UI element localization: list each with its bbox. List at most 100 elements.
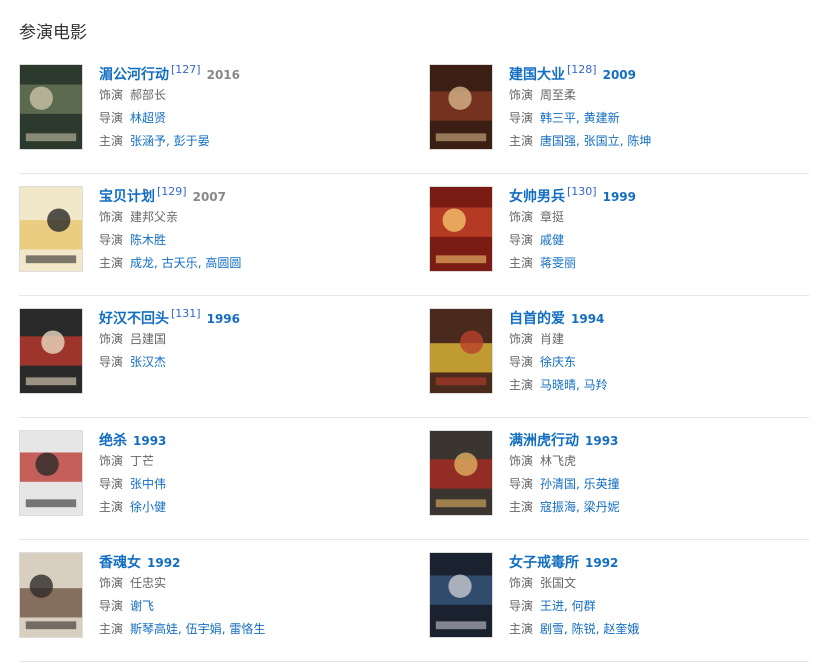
director-link[interactable]: 乐英撞: [584, 477, 620, 491]
movie-title-link[interactable]: 香魂女: [99, 555, 141, 571]
reference-link[interactable]: [129]: [157, 185, 187, 198]
director-link[interactable]: 韩三平: [540, 111, 576, 125]
movie-poster[interactable]: [429, 552, 493, 638]
actor-link[interactable]: 张国立: [584, 134, 620, 148]
movie-title-link[interactable]: 满洲虎行动: [509, 433, 579, 449]
role-name: 林飞虎: [540, 454, 577, 468]
movie-poster[interactable]: [19, 552, 83, 638]
movie-year[interactable]: 1993: [133, 434, 166, 448]
movie-info: 湄公河行动 [127] 2016 饰演 郝部长 导演 林超贤 主演 张涵予, 彭于晏: [99, 64, 419, 153]
actor-link[interactable]: 陈锐: [572, 622, 596, 636]
movie-info: 宝贝计划 [129] 2007 饰演 建邦父亲 导演 陈木胜 主演 成龙, 古天乐, 高圆圆: [99, 186, 419, 275]
director-link[interactable]: 张汉杰: [130, 355, 166, 369]
role-label: 饰演: [509, 88, 534, 102]
cast-line: 主演 马晓晴, 马羚: [509, 374, 809, 397]
movie-poster[interactable]: [19, 308, 83, 394]
role-name: 郝部长: [130, 88, 167, 102]
separator: ,: [154, 256, 162, 270]
role-label: 饰演: [99, 576, 124, 590]
movie-poster[interactable]: [19, 186, 83, 272]
movie-year[interactable]: 1992: [147, 556, 180, 570]
actor-link[interactable]: 马羚: [584, 378, 608, 392]
actor-link[interactable]: 赵奎娥: [603, 622, 639, 636]
director-line: 导演 戚健: [509, 229, 809, 252]
movie-year[interactable]: 1992: [585, 556, 618, 570]
movie-title-link[interactable]: 女子戒毒所: [509, 555, 579, 571]
movie-title-link[interactable]: 女帅男兵: [509, 189, 565, 205]
role-label: 饰演: [99, 454, 124, 468]
movie-year[interactable]: 2009: [603, 68, 636, 82]
movie-year[interactable]: 1994: [571, 312, 604, 326]
role-name: 周至柔: [540, 88, 577, 102]
movie-title-link[interactable]: 宝贝计划: [99, 189, 155, 205]
actor-link[interactable]: 陈坤: [627, 134, 651, 148]
director-label: 导演: [99, 477, 124, 491]
actor-link[interactable]: 伍宇娟: [186, 622, 222, 636]
actor-link[interactable]: 高圆圆: [205, 256, 241, 270]
movie-title-link[interactable]: 绝杀: [99, 433, 127, 449]
movie-year[interactable]: 1993: [585, 434, 618, 448]
director-link[interactable]: 王进: [540, 599, 564, 613]
actor-link[interactable]: 雷恪生: [229, 622, 265, 636]
role-name: 章挺: [540, 210, 565, 224]
role-name: 肖建: [540, 332, 565, 346]
director-label: 导演: [99, 355, 124, 369]
movie-card: 湄公河行动 [127] 2016 饰演 郝部长 导演 林超贤 主演 张涵予, 彭于晏: [19, 64, 419, 154]
actor-link[interactable]: 徐小健: [130, 500, 166, 514]
actor-link[interactable]: 斯琴高娃: [130, 622, 178, 636]
director-link[interactable]: 黄建新: [584, 111, 620, 125]
movie-title-line: 好汉不回头 [131] 1996: [99, 308, 419, 328]
role-line: 饰演 郝部长: [99, 84, 419, 107]
cast-line: 主演 成龙, 古天乐, 高圆圆: [99, 252, 419, 275]
actor-link[interactable]: 马晓晴: [540, 378, 576, 392]
actor-link[interactable]: 彭于晏: [174, 134, 210, 148]
separator: ,: [166, 134, 174, 148]
role-label: 饰演: [509, 210, 534, 224]
reference-link[interactable]: [131]: [171, 307, 201, 320]
actor-link[interactable]: 寇振海: [540, 500, 576, 514]
movie-poster[interactable]: [19, 430, 83, 516]
actor-link[interactable]: 剧雪: [540, 622, 564, 636]
actor-link[interactable]: 张涵予: [130, 134, 166, 148]
movie-poster[interactable]: [429, 430, 493, 516]
actor-link[interactable]: 蒋雯丽: [540, 256, 576, 270]
role-label: 饰演: [99, 332, 124, 346]
role-line: 饰演 任忠实: [99, 572, 419, 595]
director-label: 导演: [509, 355, 534, 369]
section-title: 参演电影: [19, 23, 87, 43]
movie-title-link[interactable]: 建国大业: [509, 67, 565, 83]
role-label: 饰演: [509, 454, 534, 468]
movie-title-link[interactable]: 好汉不回头: [99, 311, 169, 327]
director-link[interactable]: 张中伟: [130, 477, 166, 491]
movie-year[interactable]: 1996: [207, 312, 240, 326]
director-link[interactable]: 林超贤: [130, 111, 166, 125]
director-link[interactable]: 陈木胜: [130, 233, 166, 247]
director-link[interactable]: 徐庆东: [540, 355, 576, 369]
movie-info: 女帅男兵 [130] 1999 饰演 章挺 导演 戚健 主演 蒋雯丽: [509, 186, 809, 275]
actor-link[interactable]: 古天乐: [162, 256, 198, 270]
actor-link[interactable]: 唐国强: [540, 134, 576, 148]
director-link[interactable]: 谢飞: [130, 599, 154, 613]
director-line: 导演 韩三平, 黄建新: [509, 107, 809, 130]
separator: ,: [178, 622, 186, 636]
movie-poster[interactable]: [429, 308, 493, 394]
movie-title-link[interactable]: 自首的爱: [509, 311, 565, 327]
separator: ,: [576, 477, 584, 491]
movie-poster[interactable]: [429, 186, 493, 272]
movie-title-link[interactable]: 湄公河行动: [99, 67, 169, 83]
movie-poster[interactable]: [19, 64, 83, 150]
reference-link[interactable]: [130]: [567, 185, 597, 198]
actor-link[interactable]: 成龙: [130, 256, 154, 270]
director-link[interactable]: 孙清国: [540, 477, 576, 491]
actor-link[interactable]: 梁丹妮: [584, 500, 620, 514]
director-link[interactable]: 戚健: [540, 233, 564, 247]
reference-link[interactable]: [127]: [171, 63, 201, 76]
reference-link[interactable]: [128]: [567, 63, 597, 76]
movie-info: 好汉不回头 [131] 1996 饰演 吕建国 导演 张汉杰: [99, 308, 419, 374]
cast-label: 主演: [509, 500, 534, 514]
movie-year[interactable]: 1999: [603, 190, 636, 204]
director-line: 导演 林超贤: [99, 107, 419, 130]
movie-poster[interactable]: [429, 64, 493, 150]
director-link[interactable]: 何群: [572, 599, 596, 613]
role-line: 饰演 林飞虎: [509, 450, 809, 473]
